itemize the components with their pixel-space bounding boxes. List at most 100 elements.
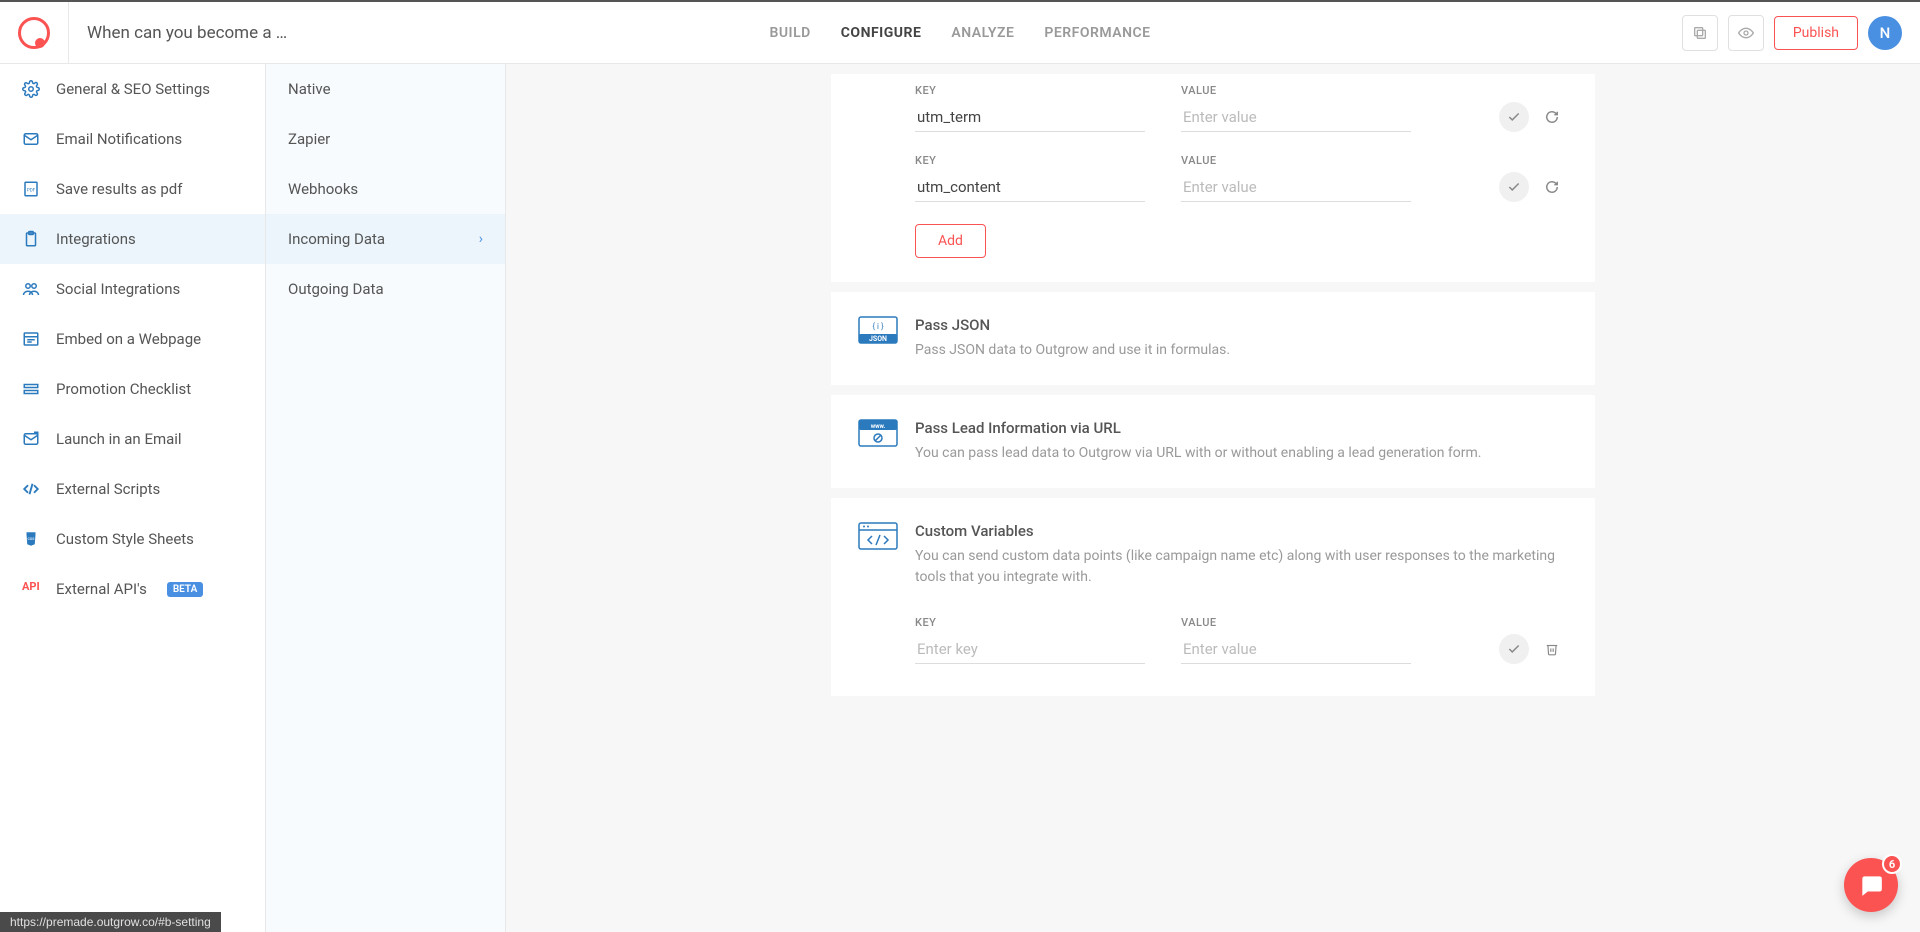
svg-text:{ i }: { i } [872, 322, 884, 331]
key-input[interactable] [915, 173, 1145, 202]
sidebar-item-label: Custom Style Sheets [56, 530, 194, 548]
value-label: VALUE [1181, 84, 1411, 97]
nav-build[interactable]: BUILD [769, 25, 810, 41]
svg-text:css: css [27, 537, 35, 542]
sidebar2-item-incoming-data[interactable]: Incoming Data › [266, 214, 505, 264]
people-icon [22, 280, 40, 298]
panel-description: You can send custom data points (like ca… [915, 546, 1567, 588]
launch-mail-icon [22, 430, 40, 448]
sidebar2-item-outgoing-data[interactable]: Outgoing Data [266, 264, 505, 314]
value-input[interactable] [1181, 635, 1411, 664]
value-input[interactable] [1181, 103, 1411, 132]
value-label: VALUE [1181, 154, 1411, 167]
header-divider [68, 2, 69, 64]
sidebar-item-label: External API's [56, 580, 147, 598]
embed-icon [22, 330, 40, 348]
nav-performance[interactable]: PERFORMANCE [1044, 25, 1150, 41]
value-label: VALUE [1181, 616, 1411, 629]
sidebar2-label: Outgoing Data [288, 280, 384, 298]
publish-button[interactable]: Publish [1774, 16, 1858, 50]
beta-badge: BETA [167, 582, 203, 597]
sidebar-item-general-seo[interactable]: General & SEO Settings [0, 64, 265, 114]
utm-panel: KEY VALUE KEY VALUE [831, 74, 1595, 282]
pass-lead-panel: www. Pass Lead Information via URL You c… [831, 395, 1595, 488]
svg-text:JSON: JSON [869, 335, 887, 343]
panel-title: Pass Lead Information via URL [915, 419, 1567, 437]
header: When can you become a … BUILD CONFIGURE … [0, 2, 1920, 64]
main-content: KEY VALUE KEY VALUE [506, 64, 1920, 932]
sidebar-item-custom-stylesheets[interactable]: css Custom Style Sheets [0, 514, 265, 564]
custom-variables-panel: Custom Variables You can send custom dat… [831, 498, 1595, 696]
add-button[interactable]: Add [915, 224, 986, 258]
sidebar-item-label: Email Notifications [56, 130, 182, 148]
confirm-button[interactable] [1499, 172, 1529, 202]
mail-icon [22, 130, 40, 148]
sidebar-item-label: Embed on a Webpage [56, 330, 201, 348]
nav-configure[interactable]: CONFIGURE [841, 25, 922, 41]
json-icon: JSON { i } [857, 316, 899, 344]
api-icon: API [22, 580, 40, 598]
delete-button[interactable] [1537, 634, 1567, 664]
sidebar2-label: Zapier [288, 130, 330, 148]
panel-description: Pass JSON data to Outgrow and use it in … [915, 340, 1567, 361]
svg-text:PDF: PDF [27, 187, 36, 193]
code-panel-icon [857, 522, 899, 550]
chat-fab[interactable]: 6 [1844, 858, 1898, 912]
sidebar2-label: Native [288, 80, 331, 98]
sidebar2-label: Incoming Data [288, 230, 385, 248]
sidebar-item-label: Integrations [56, 230, 136, 248]
sidebar-item-label: Launch in an Email [56, 430, 182, 448]
clipboard-icon [22, 230, 40, 248]
sidebar-secondary: Native Zapier Webhooks Incoming Data › O… [266, 64, 506, 932]
logo[interactable] [18, 17, 50, 49]
sidebar-item-save-pdf[interactable]: PDF Save results as pdf [0, 164, 265, 214]
chat-badge: 6 [1882, 854, 1902, 874]
page-title: When can you become a … [87, 23, 287, 43]
value-input[interactable] [1181, 173, 1411, 202]
nav-analyze[interactable]: ANALYZE [951, 25, 1014, 41]
avatar[interactable]: N [1868, 16, 1902, 50]
sidebar2-item-webhooks[interactable]: Webhooks [266, 164, 505, 214]
key-label: KEY [915, 154, 1145, 167]
code-icon [22, 480, 40, 498]
confirm-button[interactable] [1499, 102, 1529, 132]
chevron-right-icon: › [479, 231, 483, 247]
main-nav: BUILD CONFIGURE ANALYZE PERFORMANCE [769, 25, 1150, 41]
css-icon: css [22, 530, 40, 548]
refresh-button[interactable] [1537, 172, 1567, 202]
panel-title: Custom Variables [915, 522, 1567, 540]
confirm-button[interactable] [1499, 634, 1529, 664]
sidebar-item-external-apis[interactable]: API External API's BETA [0, 564, 265, 614]
sidebar-item-label: External Scripts [56, 480, 160, 498]
duplicate-icon-button[interactable] [1682, 15, 1718, 51]
sidebar-item-label: Save results as pdf [56, 180, 182, 198]
sidebar-item-external-scripts[interactable]: External Scripts [0, 464, 265, 514]
key-input[interactable] [915, 635, 1145, 664]
sidebar2-item-native[interactable]: Native [266, 64, 505, 114]
sidebar-primary: General & SEO Settings Email Notificatio… [0, 64, 266, 932]
status-bar-url: https://premade.outgrow.co/#b-setting [0, 912, 221, 932]
kv-row: KEY VALUE [915, 154, 1567, 202]
sidebar-item-promotion-checklist[interactable]: Promotion Checklist [0, 364, 265, 414]
sidebar-item-email-notifications[interactable]: Email Notifications [0, 114, 265, 164]
sidebar-item-embed-webpage[interactable]: Embed on a Webpage [0, 314, 265, 364]
panel-description: You can pass lead data to Outgrow via UR… [915, 443, 1567, 464]
sidebar-item-integrations[interactable]: Integrations [0, 214, 265, 264]
key-input[interactable] [915, 103, 1145, 132]
preview-icon-button[interactable] [1728, 15, 1764, 51]
refresh-button[interactable] [1537, 102, 1567, 132]
sidebar-item-launch-email[interactable]: Launch in an Email [0, 414, 265, 464]
pass-json-panel: JSON{ i } Pass JSON Pass JSON data to Ou… [831, 292, 1595, 385]
checklist-icon [22, 380, 40, 398]
sidebar-item-label: Promotion Checklist [56, 380, 191, 398]
sidebar-item-label: Social Integrations [56, 280, 180, 298]
key-label: KEY [915, 84, 1145, 97]
sidebar2-label: Webhooks [288, 180, 358, 198]
kv-row: KEY VALUE [915, 616, 1567, 664]
pdf-icon: PDF [22, 180, 40, 198]
kv-row: KEY VALUE [915, 84, 1567, 132]
sidebar-item-social-integrations[interactable]: Social Integrations [0, 264, 265, 314]
sidebar2-item-zapier[interactable]: Zapier [266, 114, 505, 164]
key-label: KEY [915, 616, 1145, 629]
sidebar-item-label: General & SEO Settings [56, 80, 210, 98]
